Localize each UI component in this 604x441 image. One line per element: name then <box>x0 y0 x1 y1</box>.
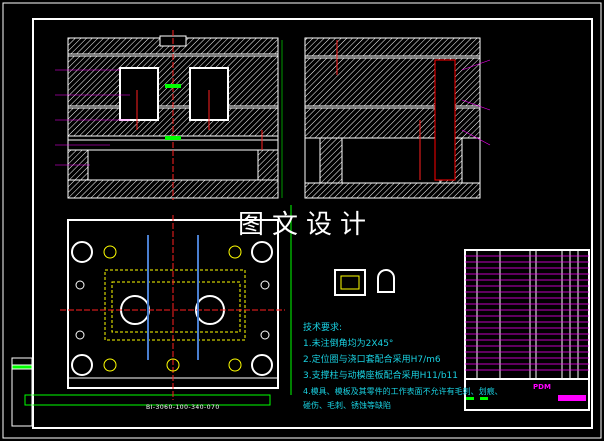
watermark: 图文设计 <box>238 210 375 240</box>
tech-requirement-item: 1.未注倒角均为2X45° <box>303 339 394 349</box>
plan-view-label: BI-3060-100-340-070 <box>146 404 220 411</box>
front-section-view <box>55 30 283 200</box>
cad-drawing-sheet: 图文设计 技术要求: 1.未注倒角均为2X45° 2.定位圈与浇口套配合采用H7… <box>0 0 604 441</box>
tech-requirement-item: 碰伤、毛刺、锈蚀等缺陷 <box>303 401 391 410</box>
detail-view <box>334 269 395 296</box>
title-block-label: PDM <box>533 383 551 391</box>
tech-requirement-item: 3.支撑柱与动模座板配合采用H11/b11 <box>303 371 459 381</box>
tech-requirements-title: 技术要求: <box>303 323 343 333</box>
tech-requirement-item: 4.模具、模板及其零件的工作表面不允许有毛刺、划痕、 <box>303 387 503 396</box>
side-section-view <box>304 37 491 199</box>
tech-requirement-item: 2.定位圈与浇口套配合采用H7/m6 <box>303 355 441 365</box>
revision-table <box>11 357 33 427</box>
plan-view <box>24 215 285 406</box>
